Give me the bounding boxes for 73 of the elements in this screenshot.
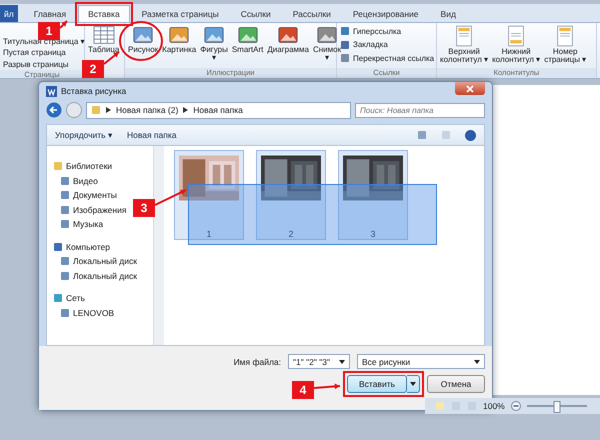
ribbon-command[interactable]: Закладка bbox=[340, 40, 388, 50]
ribbon-button[interactable]: SmartArt bbox=[232, 25, 264, 54]
ribbon-tab[interactable]: Главная bbox=[24, 5, 76, 22]
ribbon-button[interactable]: Картинка bbox=[162, 25, 196, 54]
breadcrumb-item[interactable]: Новая папка (2) bbox=[116, 105, 178, 115]
toolbar-button[interactable]: Новая папка bbox=[126, 130, 176, 140]
zoom-level: 100% bbox=[483, 401, 505, 411]
arrow bbox=[154, 188, 187, 206]
search-field[interactable]: Поиск: Новая папка bbox=[355, 102, 485, 118]
step-marker: 2 bbox=[82, 60, 104, 78]
filename-field[interactable]: "1" "2" "3" bbox=[288, 354, 350, 369]
address-bar[interactable]: Новая папка (2) Новая папка bbox=[86, 102, 351, 118]
step-marker: 1 bbox=[38, 22, 60, 40]
split-arrow-button[interactable] bbox=[407, 375, 420, 393]
file-thumbnail[interactable]: 1 bbox=[174, 150, 244, 240]
help-icon[interactable] bbox=[465, 130, 476, 140]
nav-item[interactable]: Библиотеки bbox=[53, 160, 112, 172]
ribbon-command[interactable]: Разрыв страницы bbox=[3, 59, 69, 70]
word-icon bbox=[46, 86, 57, 96]
nav-item[interactable]: Компьютер bbox=[53, 240, 110, 253]
arrow bbox=[313, 382, 341, 391]
table-icon bbox=[92, 25, 115, 45]
step-marker: 3 bbox=[133, 199, 155, 217]
ribbon-command[interactable]: Гиперссылка bbox=[340, 26, 402, 36]
ribbon-button[interactable]: Верхний колонтитул ▾ bbox=[440, 25, 488, 65]
chevron-icon bbox=[183, 107, 188, 113]
breadcrumb-item[interactable]: Новая папка bbox=[193, 105, 243, 115]
nav-item[interactable]: LENOVOB bbox=[53, 306, 114, 319]
ribbon-button[interactable]: Нижний колонтитул ▾ bbox=[492, 25, 540, 65]
caret-icon[interactable] bbox=[339, 360, 345, 364]
ribbon-button[interactable]: Таблица bbox=[88, 25, 120, 54]
ribbon-command[interactable]: Перекрестная ссылка bbox=[340, 53, 434, 64]
close-button[interactable] bbox=[455, 82, 485, 95]
scrollbar[interactable] bbox=[153, 146, 164, 345]
ribbon-button[interactable]: Фигуры ▾ bbox=[200, 25, 228, 63]
ribbon-command[interactable]: Пустая страница bbox=[3, 48, 66, 58]
nav-item[interactable]: Сеть bbox=[53, 292, 85, 304]
nav-item[interactable]: Документы bbox=[53, 189, 117, 202]
zoom-out-icon[interactable] bbox=[510, 401, 521, 411]
nav-item[interactable]: Локальный диск bbox=[53, 270, 137, 282]
ribbon-button[interactable]: Диаграмма bbox=[267, 25, 309, 54]
arrow bbox=[103, 51, 120, 65]
close-icon bbox=[466, 84, 474, 92]
ribbon-tab[interactable]: Ссылки bbox=[230, 5, 281, 22]
filter-dropdown[interactable]: Все рисунки bbox=[357, 354, 485, 369]
nav-item[interactable]: Изображения bbox=[53, 204, 126, 216]
insert-button[interactable]: Вставить bbox=[347, 375, 407, 393]
highlight-circle bbox=[119, 21, 163, 61]
nav-item[interactable]: Видео bbox=[53, 174, 98, 187]
cancel-button[interactable]: Отмена bbox=[427, 375, 485, 393]
ribbon-tab[interactable]: Рассылки bbox=[282, 5, 341, 22]
zoom-slider[interactable] bbox=[553, 401, 560, 413]
nav-item[interactable]: Локальный диск bbox=[53, 255, 137, 268]
caret-icon[interactable] bbox=[410, 382, 416, 386]
step-marker: 4 bbox=[292, 381, 314, 399]
file-thumbnail[interactable]: 2 bbox=[256, 150, 326, 240]
arrow bbox=[59, 20, 68, 29]
toolbar-button[interactable]: Упорядочить ▾ bbox=[55, 130, 113, 140]
chevron-icon bbox=[106, 107, 111, 113]
nav-item[interactable]: Музыка bbox=[53, 218, 104, 230]
ribbon-tab[interactable]: Рецензирование bbox=[342, 5, 429, 22]
highlight-frame bbox=[75, 2, 133, 26]
file-thumbnail[interactable]: 3 bbox=[338, 150, 408, 240]
image-icon bbox=[132, 25, 154, 45]
back-icon[interactable] bbox=[46, 102, 62, 118]
field-label: Имя файла: bbox=[234, 356, 281, 366]
ribbon-button[interactable]: Номер страницы ▾ bbox=[544, 25, 586, 65]
ribbon-button[interactable]: Снимок ▾ bbox=[312, 25, 342, 63]
ribbon-tab[interactable]: Разметка страницы bbox=[132, 5, 229, 22]
file-tab[interactable]: йл bbox=[0, 5, 18, 22]
ribbon-tab[interactable]: Вид bbox=[430, 5, 466, 22]
caret-icon[interactable] bbox=[474, 360, 480, 364]
dialog-title: Вставка рисунка bbox=[61, 86, 128, 96]
